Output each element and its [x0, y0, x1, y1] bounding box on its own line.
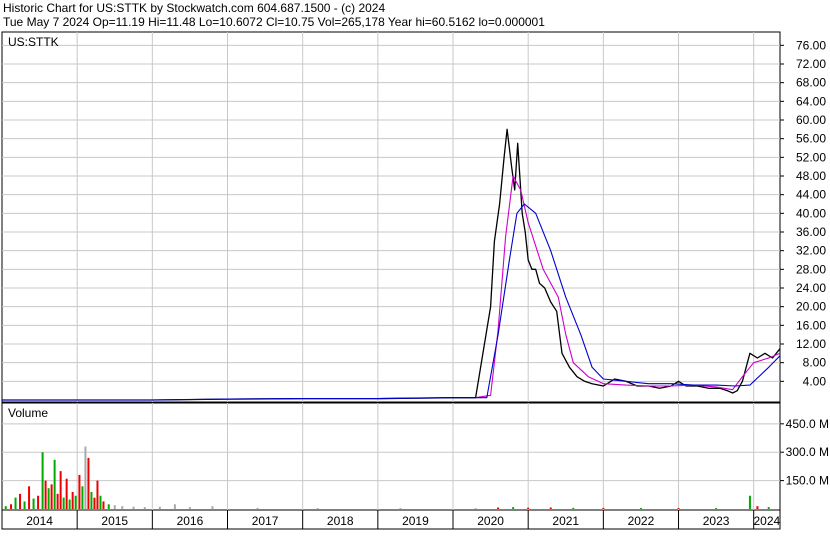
- volume-bar: [639, 508, 642, 509]
- volume-bar: [93, 497, 96, 509]
- volume-bar: [132, 506, 135, 509]
- volume-bar: [512, 507, 515, 509]
- price-tick-label: 64.00: [796, 94, 826, 108]
- x-tick-label: 2014: [26, 514, 53, 528]
- price-tick-label: 36.00: [796, 225, 826, 239]
- volume-bar: [90, 491, 93, 509]
- x-tick-label: 2015: [101, 514, 128, 528]
- volume-bar: [173, 504, 176, 509]
- price-tick-label: 8.00: [803, 356, 827, 370]
- volume-bar: [715, 508, 718, 509]
- volume-bar: [71, 491, 74, 509]
- volume-bar: [102, 501, 105, 509]
- volume-tick-label: 450.0 M: [786, 417, 829, 431]
- volume-bar: [677, 508, 680, 509]
- volume-bar: [10, 504, 13, 509]
- volume-bar: [28, 486, 31, 509]
- volume-bar: [316, 508, 319, 509]
- volume-bar: [572, 507, 575, 509]
- x-tick-label: 2021: [552, 514, 579, 528]
- volume-bar: [47, 488, 50, 509]
- volume-bar: [37, 495, 40, 509]
- volume-bar: [74, 495, 77, 509]
- price-tick-label: 56.00: [796, 132, 826, 146]
- volume-bar: [107, 504, 110, 509]
- volume-title: Volume: [8, 406, 48, 420]
- volume-bar: [53, 459, 56, 509]
- volume-bar: [211, 506, 214, 509]
- symbol-label: US:STTK: [8, 35, 59, 49]
- price-tick-label: 4.00: [803, 374, 827, 388]
- volume-bar: [756, 506, 759, 509]
- volume-bar: [113, 505, 116, 509]
- volume-bar: [87, 457, 90, 509]
- volume-bar: [23, 501, 26, 509]
- volume-bar: [59, 471, 62, 509]
- volume-bar: [549, 507, 552, 509]
- volume-bar: [81, 486, 84, 509]
- price-tick-label: 16.00: [796, 318, 826, 332]
- volume-bar: [50, 484, 53, 509]
- price-tick-label: 48.00: [796, 169, 826, 183]
- volume-bar: [68, 499, 71, 509]
- price-tick-label: 12.00: [796, 337, 826, 351]
- volume-panel: [1, 402, 781, 511]
- price-tick-label: 76.00: [796, 38, 826, 52]
- volume-bar: [32, 498, 35, 509]
- price-tick-label: 40.00: [796, 206, 826, 220]
- volume-tick-label: 300.0 M: [786, 445, 829, 459]
- volume-bar: [4, 506, 7, 509]
- volume-bar: [62, 497, 65, 509]
- volume-bar: [44, 480, 47, 509]
- volume-bar: [497, 507, 500, 509]
- volume-bar: [399, 508, 402, 509]
- price-tick-label: 72.00: [796, 57, 826, 71]
- volume-bar: [41, 452, 44, 509]
- price-panel: [1, 31, 781, 403]
- volume-bar: [78, 474, 81, 509]
- volume-bar: [474, 508, 477, 509]
- volume-bar: [256, 507, 259, 509]
- x-tick-label: 2024: [753, 514, 780, 528]
- x-tick-label: 2020: [477, 514, 504, 528]
- volume-bar: [121, 506, 124, 509]
- volume-bar: [158, 506, 161, 509]
- volume-bar: [748, 495, 751, 509]
- volume-bar: [19, 493, 22, 509]
- volume-bar: [14, 497, 17, 509]
- volume-tick-label: 150.0 M: [786, 474, 829, 488]
- volume-bar: [84, 446, 87, 509]
- volume-bar: [602, 507, 605, 509]
- price-tick-label: 44.00: [796, 188, 826, 202]
- volume-bar: [99, 495, 102, 509]
- price-tick-label: 24.00: [796, 281, 826, 295]
- volume-bar: [188, 507, 191, 509]
- volume-bar: [767, 507, 770, 509]
- price-tick-label: 32.00: [796, 244, 826, 258]
- price-tick-label: 28.00: [796, 262, 826, 276]
- x-tick-label: 2019: [402, 514, 429, 528]
- x-tick-label: 2022: [628, 514, 655, 528]
- price-tick-label: 20.00: [796, 300, 826, 314]
- volume-bar: [65, 478, 68, 509]
- x-tick-label: 2017: [252, 514, 279, 528]
- volume-bar: [143, 507, 146, 509]
- x-tick-label: 2023: [703, 514, 730, 528]
- price-tick-label: 60.00: [796, 113, 826, 127]
- volume-bar: [527, 507, 530, 509]
- historic-chart: 76.00 72.00 68.00 64.00 60.00 56.00 52.00 48.00…: [1, 31, 829, 530]
- price-tick-label: 52.00: [796, 150, 826, 164]
- x-tick-label: 2016: [177, 514, 204, 528]
- volume-bar: [56, 493, 59, 509]
- volume-bar: [96, 480, 99, 509]
- x-tick-label: 2018: [327, 514, 354, 528]
- price-tick-label: 68.00: [796, 76, 826, 90]
